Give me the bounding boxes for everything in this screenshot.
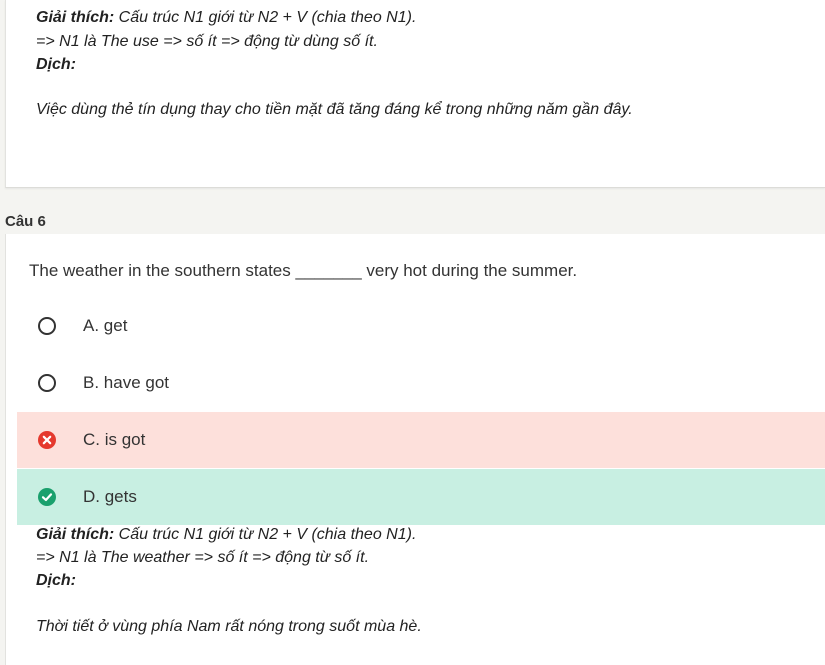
previous-translation: Việc dùng thẻ tín dụng thay cho tiền mặt… [36,101,633,118]
previous-translate-label: Dịch: [36,56,76,73]
previous-explanation-line2: => N1 là The use => số ít => động từ dùn… [36,33,378,50]
radio-button[interactable] [38,374,56,392]
option-a[interactable]: A. get [17,298,825,354]
radio-button[interactable] [38,317,56,335]
explanation-text: Cấu trúc N1 giới từ N2 + V (chia theo N1… [114,9,417,26]
explanation-line: Giải thích: Cấu trúc N1 giới từ N2 + V (… [36,526,416,544]
explanation-text: Cấu trúc N1 giới từ N2 + V (chia theo N1… [114,526,417,543]
explanation-line2: => N1 là The weather => số ít => động từ… [36,549,370,566]
wrong-icon [38,431,56,449]
option-b[interactable]: B. have got [17,355,825,411]
question-number: Câu 6 [5,213,46,230]
option-c[interactable]: C. is got [17,412,825,468]
translation: Thời tiết ở vùng phía Nam rất nóng trong… [36,618,422,635]
check-icon [38,488,56,506]
option-label: B. have got [83,373,170,392]
option-label: A. get [83,316,128,335]
option-label: C. is got [83,430,146,449]
explanation-label: Giải thích: [36,9,115,26]
previous-explanation-card [5,0,825,188]
translate-label: Dịch: [36,572,76,589]
option-d[interactable]: D. gets [17,469,825,525]
explanation-label: Giải thích: [36,526,115,543]
previous-explanation-line: Giải thích: Cấu trúc N1 giới từ N2 + V (… [36,9,416,27]
option-label: D. gets [83,487,137,506]
question-text: The weather in the southern states _____… [29,261,578,280]
